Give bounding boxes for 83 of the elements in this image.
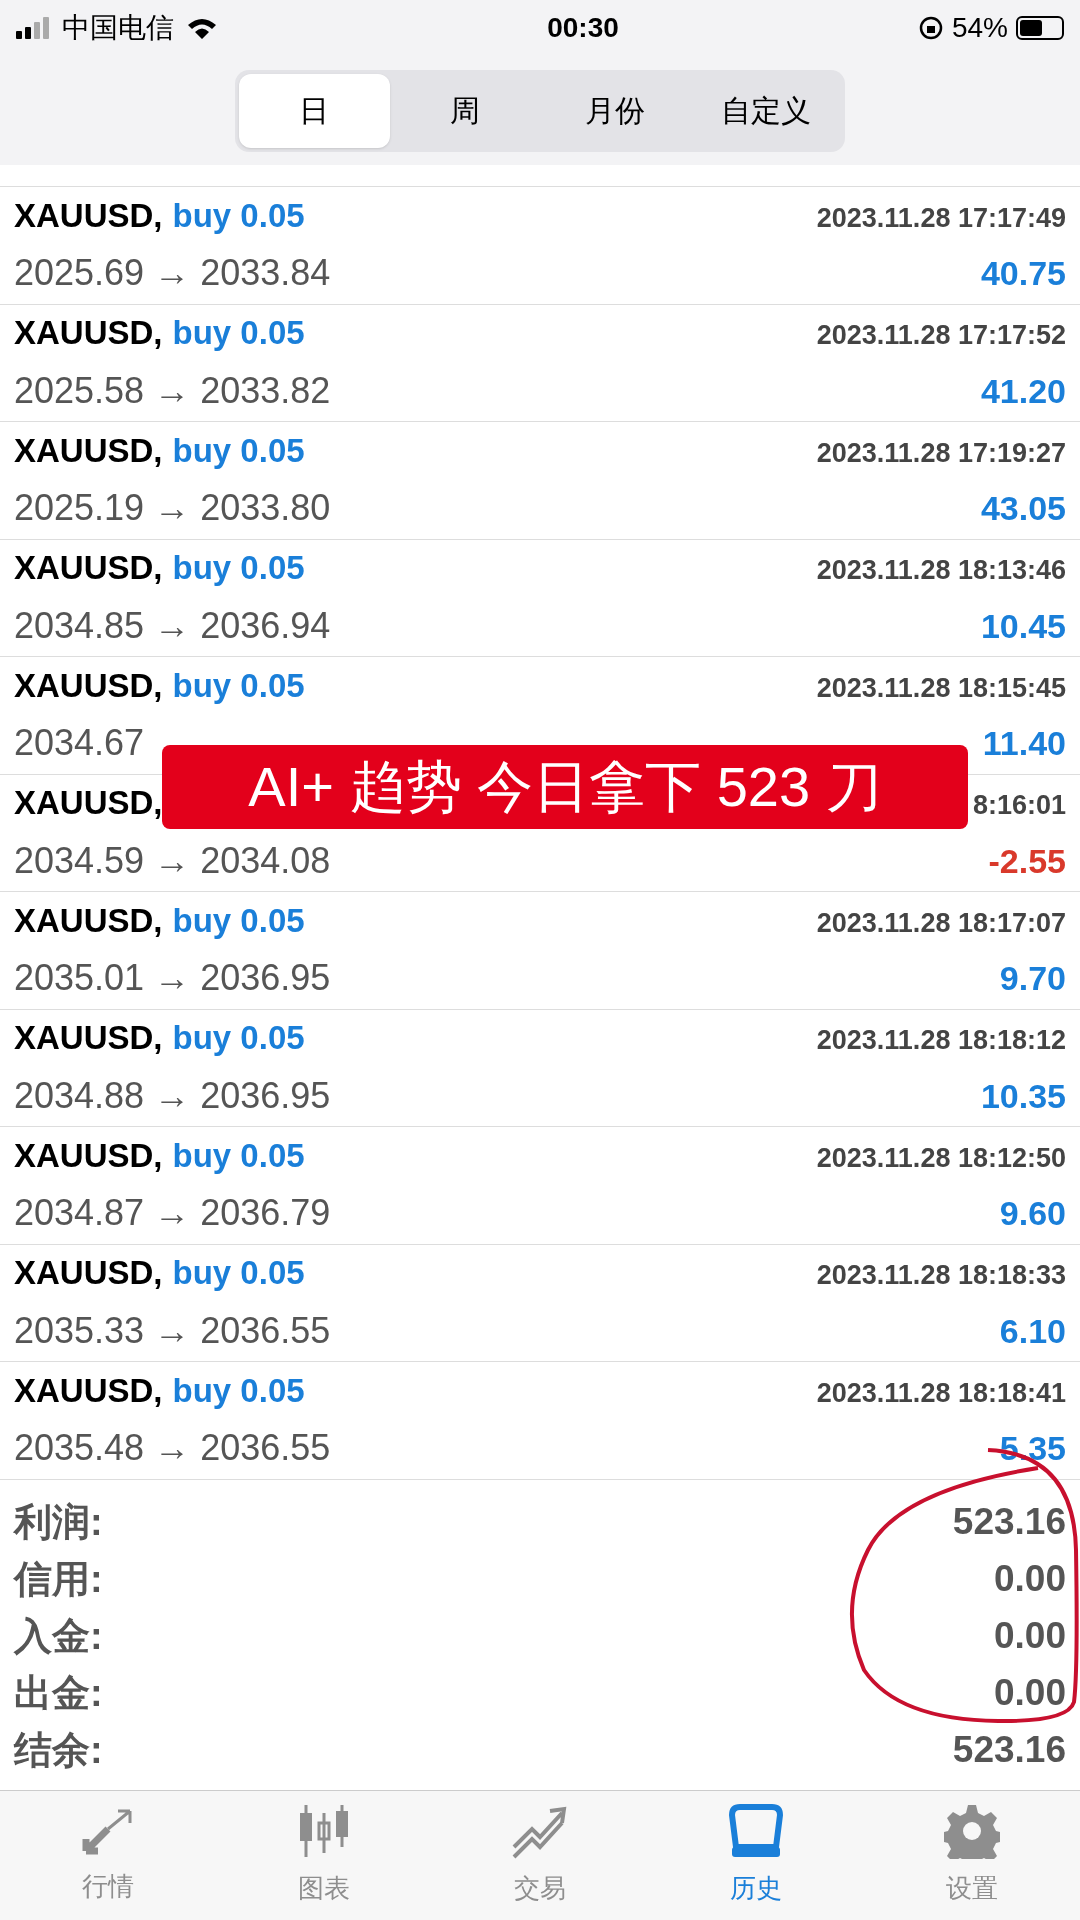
symbol-label: XAUUSD, bbox=[14, 1135, 163, 1176]
trade-time: 2023.11.28 17:17:49 bbox=[816, 201, 1066, 235]
summary-label: 入金: bbox=[14, 1613, 103, 1659]
profit-value: 9.60 bbox=[999, 1193, 1066, 1234]
trade-time: 2023.11.28 18:17:07 bbox=[816, 906, 1066, 940]
profit-value: 43.05 bbox=[980, 488, 1066, 529]
trade-time: 2023.11.28 17:17:52 bbox=[816, 319, 1066, 352]
symbol-label: XAUUSD, bbox=[14, 313, 163, 353]
summary-label: 结余: bbox=[14, 1727, 103, 1773]
period-tab[interactable]: 月份 bbox=[540, 73, 691, 148]
period-tab[interactable]: 自定义 bbox=[690, 73, 841, 148]
bottom-nav-tab[interactable]: 历史 bbox=[648, 1791, 864, 1920]
clock-time: 00:30 bbox=[546, 11, 619, 45]
profit-value: 10.35 bbox=[980, 1075, 1066, 1117]
order-type: buy 0.05 bbox=[172, 1135, 305, 1176]
order-type: buy 0.05 bbox=[172, 1370, 305, 1411]
order-type: buy 0.05 bbox=[172, 665, 305, 706]
order-type: buy 0.05 bbox=[172, 1018, 305, 1058]
order-type: buy 0.05 bbox=[172, 195, 305, 236]
carrier-name: 中国电信 bbox=[62, 11, 174, 45]
gear-icon bbox=[944, 1803, 1000, 1859]
price-range: 2025.19 → 2033.80 bbox=[14, 486, 331, 530]
order-type: buy 0.05 bbox=[172, 548, 305, 588]
trade-time: 2023.11.28 18:15:45 bbox=[816, 671, 1066, 705]
symbol-label: XAUUSD, bbox=[14, 548, 163, 588]
bottom-nav-tab[interactable]: 图表 bbox=[216, 1791, 432, 1920]
symbol-label: XAUUSD, bbox=[14, 195, 163, 236]
trade-time: 2023.11.28 18:18:33 bbox=[816, 1259, 1066, 1292]
trade-time: 2023.11.28 18:13:46 bbox=[816, 554, 1066, 587]
summary-label: 信用: bbox=[14, 1556, 103, 1602]
profit-value: 11.40 bbox=[982, 723, 1066, 764]
price-range: 2034.88 → 2036.95 bbox=[14, 1073, 331, 1118]
symbol-label: XAUUSD, bbox=[14, 900, 163, 941]
summary-label: 利润: bbox=[14, 1499, 103, 1545]
summary-value: 0.00 bbox=[994, 1614, 1066, 1659]
order-type: buy 0.05 bbox=[172, 1253, 305, 1293]
profit-value: 5.35 bbox=[999, 1428, 1066, 1469]
bottom-nav-tab[interactable]: 交易 bbox=[432, 1791, 648, 1920]
price-range: 2034.67 bbox=[14, 721, 145, 765]
summary-value: 523.16 bbox=[952, 1728, 1066, 1773]
price-range: 2025.58 → 2033.82 bbox=[14, 368, 331, 413]
profit-value: 10.45 bbox=[980, 605, 1066, 647]
profit-value: -2.55 bbox=[988, 840, 1066, 882]
rotation-lock-icon bbox=[917, 15, 944, 41]
symbol-label: XAUUSD, bbox=[14, 783, 163, 823]
price-range: 2034.59 → 2034.08 bbox=[14, 838, 331, 883]
trade-time: 2023.11.28 17:19:27 bbox=[816, 436, 1066, 470]
symbol-label: XAUUSD, bbox=[14, 1253, 163, 1293]
period-tab[interactable]: 日 bbox=[239, 73, 390, 148]
price-range: 2035.01 → 2036.95 bbox=[14, 956, 331, 1000]
summary-value: 523.16 bbox=[952, 1500, 1066, 1545]
signal-icon bbox=[16, 17, 52, 39]
summary-value: 0.00 bbox=[994, 1557, 1066, 1602]
battery-icon bbox=[1016, 16, 1064, 40]
summary-label: 出金: bbox=[14, 1670, 103, 1716]
price-range: 2035.33 → 2036.55 bbox=[14, 1308, 331, 1353]
profit-value: 9.70 bbox=[999, 958, 1066, 999]
order-type: buy 0.05 bbox=[172, 430, 305, 471]
price-range: 2025.69 → 2033.84 bbox=[14, 251, 331, 295]
summary-value: 0.00 bbox=[994, 1671, 1066, 1716]
price-range: 2034.87 → 2036.79 bbox=[14, 1191, 331, 1235]
profit-value: 41.20 bbox=[980, 370, 1066, 412]
symbol-label: XAUUSD, bbox=[14, 430, 163, 471]
bottom-nav-tab[interactable]: 行情 bbox=[0, 1791, 216, 1920]
book-icon bbox=[726, 1803, 786, 1859]
promo-banner: AI+ 趋势 今日拿下 523 刀 bbox=[162, 745, 968, 829]
trade-time: 2023.11.28 18:12:50 bbox=[816, 1141, 1066, 1175]
battery-percent: 54% bbox=[951, 11, 1008, 45]
symbol-label: XAUUSD, bbox=[14, 665, 163, 706]
price-range: 2034.85 → 2036.94 bbox=[14, 603, 331, 648]
trade-time: 2023.11.28 18:18:41 bbox=[816, 1376, 1066, 1410]
profit-value: 6.10 bbox=[999, 1310, 1066, 1352]
wifi-icon bbox=[186, 16, 218, 40]
order-type: buy 0.05 bbox=[172, 900, 305, 941]
symbol-label: XAUUSD, bbox=[14, 1018, 163, 1058]
profit-value: 40.75 bbox=[980, 253, 1066, 294]
symbol-label: XAUUSD, bbox=[14, 1370, 163, 1411]
trade-time: 8:16:01 bbox=[972, 789, 1066, 822]
period-tab[interactable]: 周 bbox=[389, 73, 540, 148]
order-type: buy 0.05 bbox=[172, 313, 305, 353]
bottom-nav-tab[interactable]: 设置 bbox=[864, 1791, 1080, 1920]
price-range: 2035.48 → 2036.55 bbox=[14, 1426, 331, 1470]
trade-time: 2023.11.28 18:18:12 bbox=[816, 1024, 1066, 1057]
